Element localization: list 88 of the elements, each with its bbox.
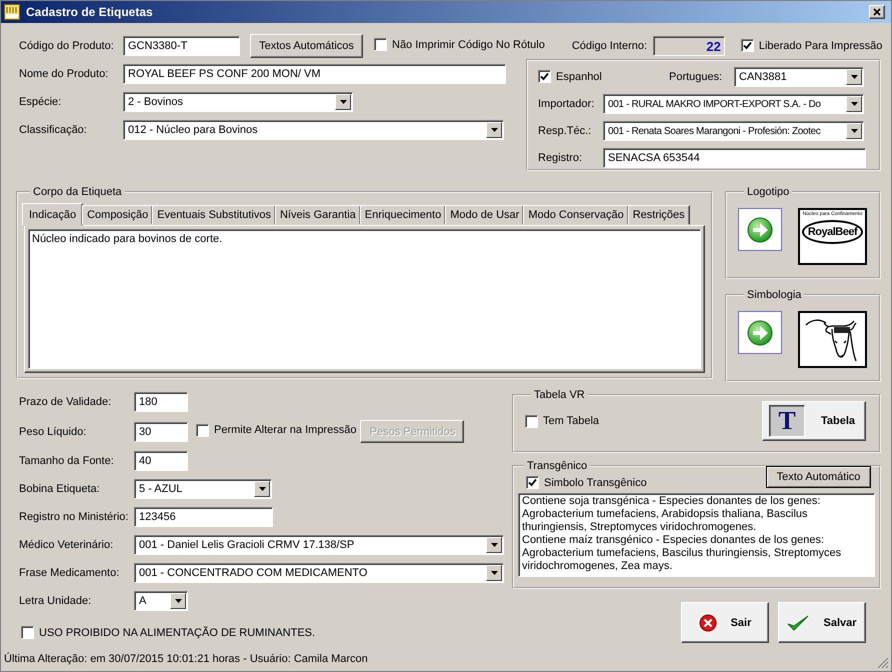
dropdown[interactable]: 2 - Bovinos (123, 92, 353, 112)
field-label: Resp.Téc.: (538, 125, 592, 137)
checkbox-label: Liberado Para Impressão (758, 40, 882, 52)
status-text: Última Alteração: em 30/07/2015 10:01:21 horas - Usuário: Camila Marcon (3, 653, 368, 665)
text-field[interactable]: 123456 (134, 507, 273, 527)
field-label: Prazo de Validade: (19, 396, 112, 408)
window-title: Cadastro de Etiquetas (26, 5, 154, 19)
field-label: Letra Unidade: (19, 595, 92, 607)
tab[interactable]: Níveis Garantia (274, 205, 361, 225)
caret-icon (174, 599, 182, 603)
dropdown[interactable]: A (134, 591, 188, 611)
exit-button[interactable]: Sair (681, 602, 769, 643)
checkbox[interactable] (526, 476, 539, 489)
check-icon (787, 614, 810, 630)
dropdown[interactable]: 001 - Renata Soares Marangoni - Profesión: Zootec (603, 121, 864, 141)
field-label: Tamanho da Fonte: (19, 455, 115, 467)
caret-icon (490, 543, 498, 547)
checkbox-label: Permite Alterar na Impressão (214, 424, 356, 436)
close-button[interactable] (869, 5, 885, 19)
dropdown[interactable]: CAN3881 (734, 67, 864, 87)
tab[interactable]: Indicação (22, 203, 84, 226)
text-field[interactable]: SENACSA 653544 (603, 148, 866, 168)
tab[interactable]: Modo de Usar (445, 205, 524, 225)
field-label: Espécie: (19, 96, 62, 108)
text-area[interactable]: Contiene soja transgénica - Especies donantes de los genes: Agrobacterium tumefaciens, Arabidopsis thaliana, Bascilus thuringiensis, Streptomyces viridochromogenes. Contiene maíz transgénico - Especies donantes de los genes: Agrobacterium tumefaciens, Bascilus thuringiensis, Streptomyces viridochromogenes, Zea mays. (518, 493, 875, 577)
group-title: Logotipo (746, 186, 790, 198)
field-label: Portugues: (669, 71, 724, 83)
caret-icon (850, 129, 858, 133)
group-title: Corpo da Etiqueta (32, 186, 123, 198)
text-field[interactable]: 40 (134, 451, 188, 471)
field-label: Nome do Produto: (19, 68, 110, 80)
table-button[interactable]: T Tabela (762, 401, 866, 441)
cow-drawing (798, 311, 867, 368)
checkbox[interactable] (374, 38, 387, 51)
app-icon (4, 4, 20, 20)
field-label: Médico Veterinário: (19, 539, 114, 551)
checkbox[interactable] (525, 414, 538, 428)
resize-grip-icon (877, 657, 889, 669)
caret-icon (490, 128, 498, 132)
group-title: Simbologia (746, 289, 802, 301)
tab[interactable]: Modo Conservação (523, 205, 629, 225)
dropdown[interactable]: 001 - CONCENTRADO COM MEDICAMENTO (134, 563, 504, 583)
field-label: Importador: (538, 98, 596, 110)
caret-icon (340, 100, 346, 104)
dropdown[interactable]: 001 - Daniel Lelis Gracioli CRMV 17.138/SP (134, 535, 504, 555)
text-field[interactable]: ROYAL BEEF PS CONF 200 MON/ VM (123, 64, 506, 84)
dropdown[interactable]: 5 - AZUL (134, 479, 272, 499)
tab[interactable]: Composição (82, 205, 154, 225)
field-label: Código do Produto: (19, 40, 115, 52)
checkbox-label: Tem Tabela (543, 415, 600, 427)
caret-icon (258, 487, 266, 491)
cancel-icon (698, 614, 717, 632)
tab[interactable]: Enriquecimento (360, 205, 446, 225)
arrow-button[interactable] (738, 208, 782, 251)
text-field[interactable]: 180 (134, 392, 188, 412)
checkbox-label: Não Imprimir Código No Rótulo (392, 38, 545, 50)
text-field[interactable]: 22 (652, 36, 725, 56)
arrow-button[interactable] (738, 311, 782, 354)
field-label: Bobina Etiqueta: (19, 483, 101, 495)
checkbox[interactable] (196, 424, 209, 436)
field-label: Registro: (538, 152, 584, 164)
group-title: Transgênico (526, 460, 588, 472)
caret-icon (490, 571, 498, 575)
save-button[interactable]: Salvar (778, 602, 866, 643)
tab[interactable]: Restrições (628, 205, 690, 225)
field-label: Peso Líquido: (19, 426, 88, 438)
tab[interactable]: Eventuais Substitutivos (152, 205, 276, 225)
checkbox-label: Simbolo Transgênico (544, 476, 647, 488)
dropdown[interactable]: 012 - Núcleo para Bovinos (123, 120, 504, 140)
caret-icon (850, 102, 858, 106)
field-label: Registro no Ministério: (19, 511, 130, 523)
field-label: Frase Medicamento: (19, 567, 120, 579)
field-label: Classificação: (19, 124, 88, 136)
auto-texts-button[interactable]: Textos Automáticos (250, 34, 363, 58)
text-field[interactable]: GCN3380-T (123, 36, 240, 56)
dropdown[interactable]: 001 - RURAL MAKRO IMPORT-EXPORT S.A. - Do (603, 94, 864, 114)
checkbox[interactable] (740, 39, 754, 52)
group-title: Tabela VR (533, 389, 586, 401)
checkbox[interactable] (21, 626, 34, 639)
auto-text-button[interactable]: Texto Automático (766, 466, 871, 488)
text-area[interactable]: Núcleo indicado para bovinos de corte. (28, 229, 701, 369)
text-field[interactable]: 30 (134, 422, 188, 442)
checkbox-label: Espanhol (556, 70, 602, 83)
caret-icon (850, 75, 858, 79)
close-icon (873, 8, 881, 16)
checkbox[interactable] (538, 70, 551, 84)
field-label: Código Interno: (572, 40, 648, 52)
checkbox-label: USO PROIBIDO NA ALIMENTAÇÃO DE RUMINANTES. (39, 626, 316, 638)
